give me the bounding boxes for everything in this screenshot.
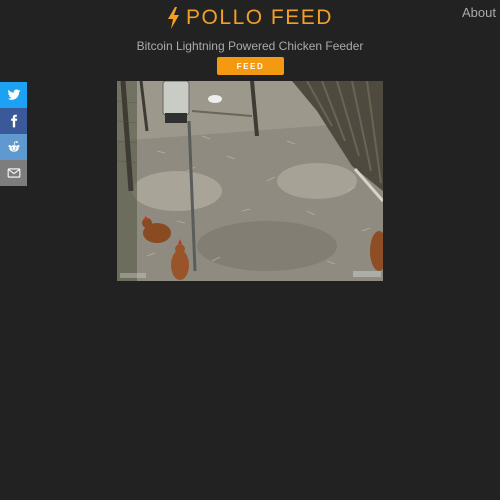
camera-feed [117,81,383,281]
share-reddit-button[interactable] [0,134,27,160]
share-facebook-button[interactable] [0,108,27,134]
lightning-bolt-icon [168,7,180,29]
reddit-icon [7,141,20,152]
site-header: POLLO FEED [0,6,500,34]
site-subtitle: Bitcoin Lightning Powered Chicken Feeder [136,39,364,53]
site-title: POLLO FEED [186,6,333,29]
email-icon [7,168,20,178]
facebook-icon [10,114,17,128]
brand[interactable]: POLLO FEED [167,6,333,30]
share-bar [0,82,27,186]
twitter-icon [7,89,20,100]
share-email-button[interactable] [0,160,27,186]
feed-button[interactable]: FEED [217,57,284,75]
share-twitter-button[interactable] [0,82,27,108]
